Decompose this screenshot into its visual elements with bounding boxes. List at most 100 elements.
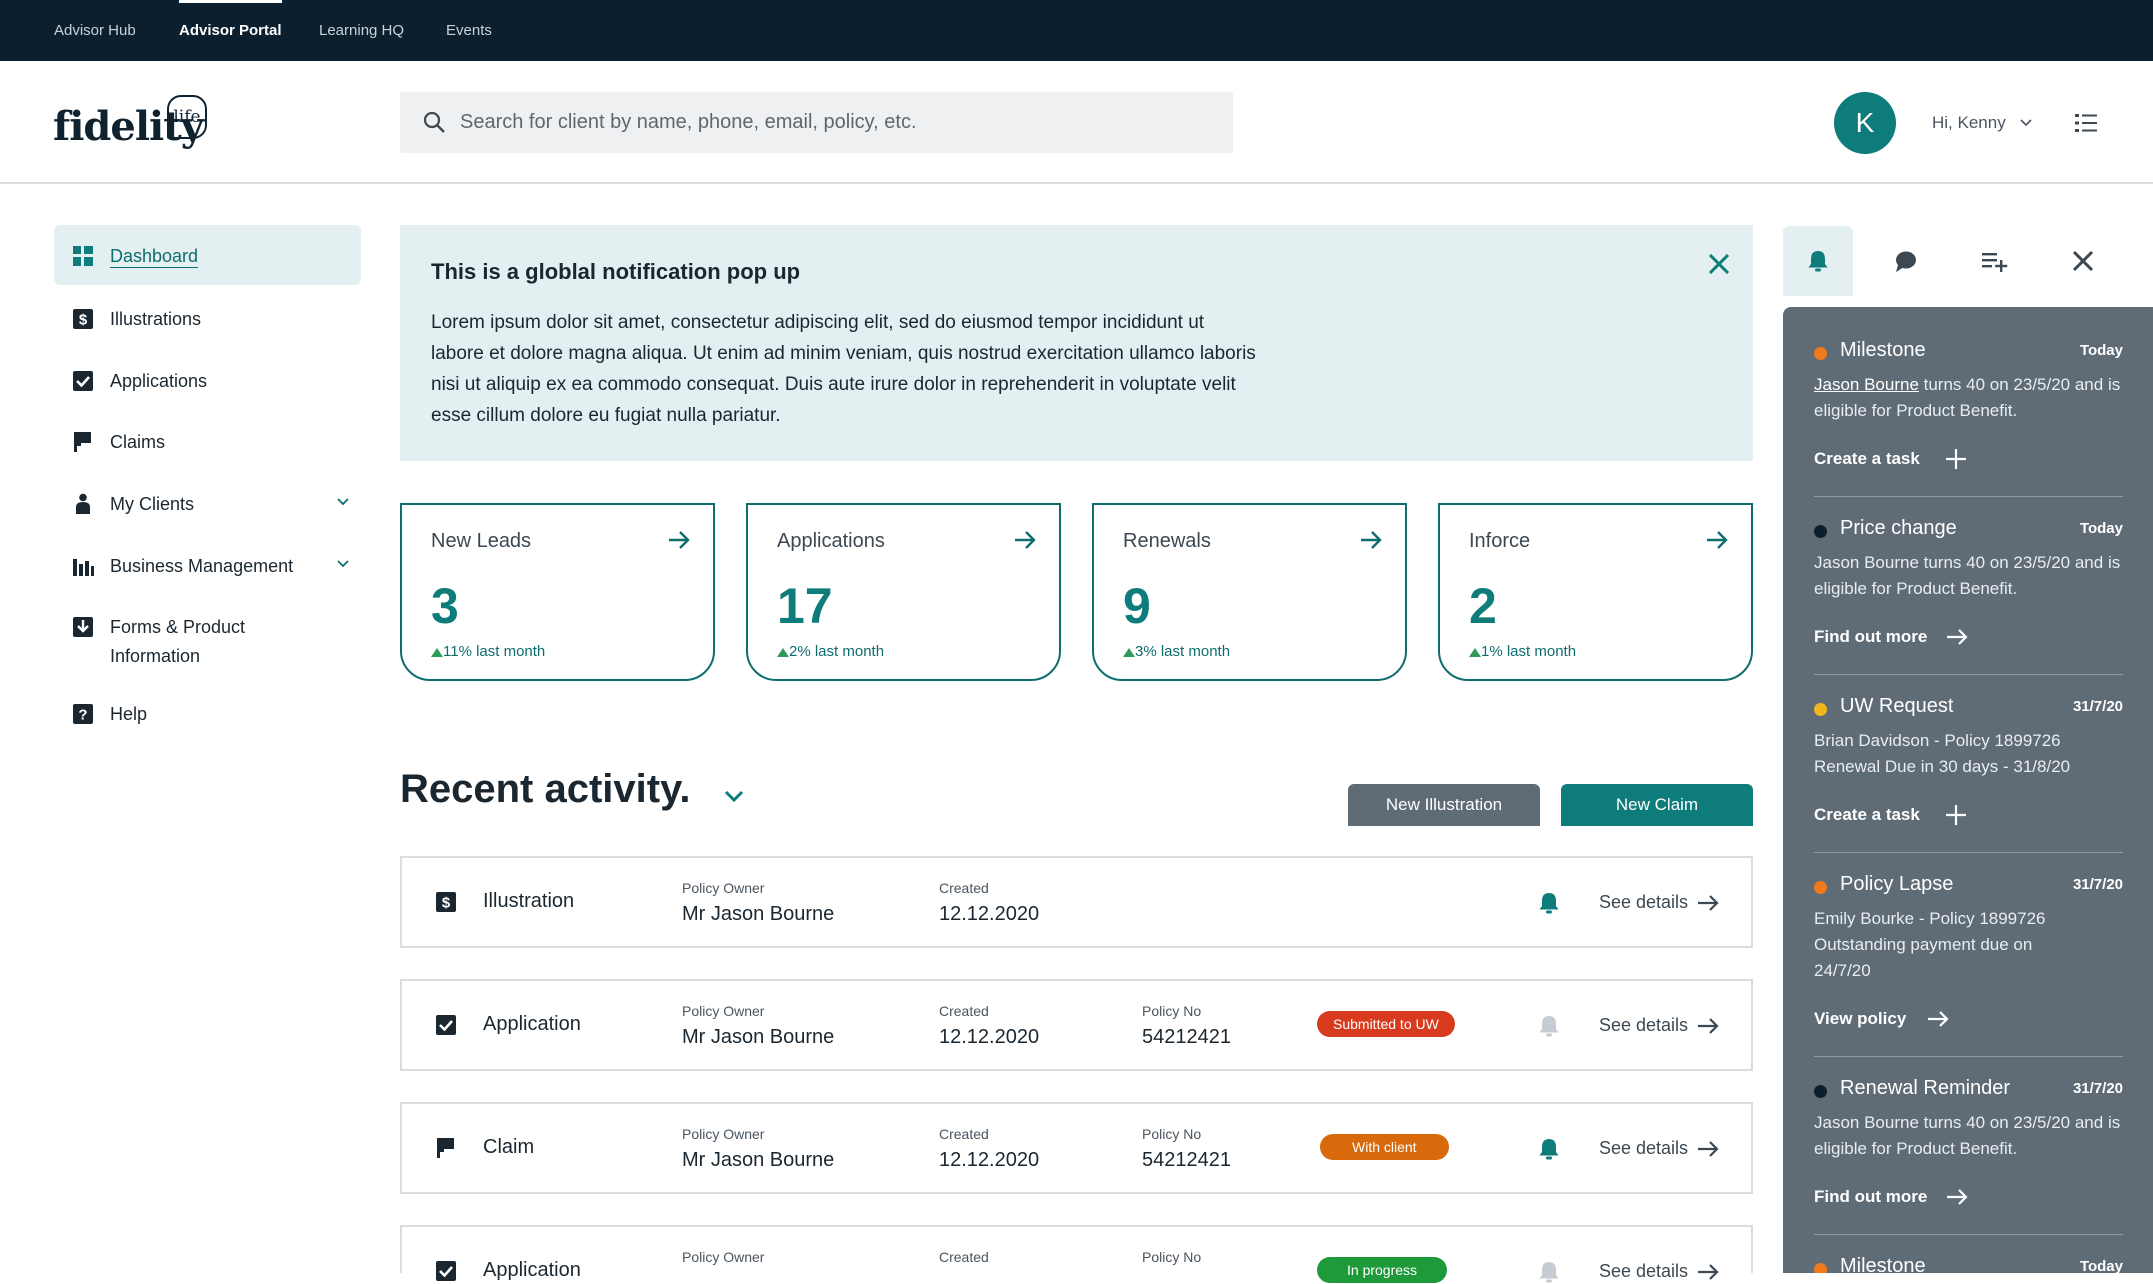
policy-label: Policy No — [1142, 1003, 1202, 1019]
see-details-link[interactable]: See details — [1599, 1138, 1688, 1159]
view-policy-link[interactable]: View policy — [1814, 1009, 1906, 1029]
chevron-down-icon[interactable] — [721, 783, 747, 809]
sidebar-item-label: Forms & Product — [110, 617, 246, 637]
chevron-down-icon[interactable] — [336, 495, 350, 509]
search-input[interactable] — [460, 92, 1220, 153]
arrow-right-icon[interactable] — [1945, 625, 1969, 649]
stat-card-trend: 11% last month — [443, 643, 546, 660]
chat-bubble-icon — [1896, 251, 1916, 272]
policy-value: 54212421 — [1142, 1149, 1231, 1171]
avatar[interactable]: K — [1834, 92, 1896, 154]
status-badge: Submitted to UW — [1317, 1011, 1455, 1037]
arrow-right-icon[interactable] — [1696, 891, 1720, 915]
stat-card-applications[interactable]: Applications 17 2% last month — [746, 503, 1061, 681]
stat-card-inforce[interactable]: Inforce 2 1% last month — [1438, 503, 1753, 681]
bell-icon[interactable] — [1538, 1014, 1560, 1038]
sidebar-item-dashboard[interactable]: Dashboard — [54, 225, 361, 285]
sidebar-item-my-clients[interactable]: My Clients — [54, 473, 361, 533]
feed-title: Price change — [1840, 517, 1957, 539]
policy-label: Policy No — [1142, 1249, 1202, 1265]
table-row[interactable]: Application Policy Owner Created Policy … — [400, 1225, 1753, 1283]
arrow-right-icon[interactable] — [1696, 1014, 1720, 1038]
feed-body: Jason Bourne turns 40 on 23/5/20 and is … — [1814, 553, 2121, 598]
global-notification: This is a globlal notification pop up Lo… — [400, 225, 1753, 461]
arrow-right-icon[interactable] — [1704, 527, 1730, 553]
sidebar-item-label: Claims — [110, 432, 166, 452]
create-task-link[interactable]: Create a task — [1814, 805, 1920, 825]
see-details-link[interactable]: See details — [1599, 1261, 1688, 1282]
created-label: Created — [939, 880, 989, 896]
topnav-events[interactable]: Events — [446, 0, 492, 61]
notification-title: This is a globlal notification pop up — [431, 259, 801, 284]
feed-title: Policy Lapse — [1840, 873, 1954, 895]
arrow-right-icon[interactable] — [1012, 527, 1038, 553]
arrow-right-icon[interactable] — [1926, 1007, 1950, 1031]
policy-label: Policy No — [1142, 1126, 1202, 1142]
table-row[interactable]: $ Illustration Policy Owner Mr Jason Bou… — [400, 856, 1753, 948]
see-details-link[interactable]: See details — [1599, 1015, 1688, 1036]
stat-card-value: 2 — [1469, 578, 1497, 634]
feed-title: Milestone — [1840, 339, 1926, 361]
list-menu-icon[interactable] — [2074, 111, 2098, 135]
bell-icon — [1808, 251, 1828, 272]
arrow-right-icon[interactable] — [1696, 1137, 1720, 1161]
find-out-more-link[interactable]: Find out more — [1814, 627, 1927, 647]
find-out-more-link[interactable]: Find out more — [1814, 1187, 1927, 1207]
svg-text:$: $ — [79, 312, 88, 329]
sidebar-item-forms[interactable]: Forms & Product Information — [54, 596, 361, 676]
tab-tasks[interactable] — [1959, 226, 2029, 296]
status-badge: In progress — [1317, 1257, 1448, 1283]
create-task-link[interactable]: Create a task — [1814, 449, 1920, 469]
tab-notifications[interactable] — [1783, 226, 1853, 296]
new-claim-button[interactable]: New Claim — [1561, 784, 1753, 826]
flag-icon — [437, 1138, 454, 1158]
tab-messages[interactable] — [1871, 226, 1941, 296]
user-greeting[interactable]: Hi, Kenny — [1932, 113, 2006, 133]
see-details-link[interactable]: See details — [1599, 892, 1688, 913]
table-row[interactable]: Application Policy Owner Mr Jason Bourne… — [400, 979, 1753, 1071]
fidelity-life-logo[interactable]: fidelity life — [53, 95, 213, 151]
checkbox-icon — [436, 1261, 456, 1281]
arrow-right-icon[interactable] — [1945, 1185, 1969, 1209]
topnav-learning-hq[interactable]: Learning HQ — [319, 0, 404, 61]
sidebar-item-applications[interactable]: Applications — [54, 350, 361, 410]
stat-card-value: 17 — [777, 578, 833, 634]
sidebar-item-help[interactable]: ? Help — [54, 683, 361, 743]
owner-label: Policy Owner — [682, 1003, 765, 1019]
arrow-right-icon[interactable] — [1696, 1260, 1720, 1284]
sidebar-item-illustrations[interactable]: $ Illustrations — [54, 288, 361, 348]
close-icon[interactable] — [1706, 251, 1732, 277]
topnav-advisor-portal[interactable]: Advisor Portal — [179, 0, 282, 61]
bell-icon[interactable] — [1538, 891, 1560, 915]
topnav-advisor-hub[interactable]: Advisor Hub — [54, 0, 136, 61]
status-badge: With client — [1320, 1134, 1449, 1160]
notification-feed: Milestone Today Jason Bourne turns 40 on… — [1783, 307, 2153, 1273]
table-row[interactable]: Claim Policy Owner Mr Jason Bourne Creat… — [400, 1102, 1753, 1194]
stat-card-renewals[interactable]: Renewals 9 3% last month — [1092, 503, 1407, 681]
svg-text:?: ? — [78, 707, 87, 724]
plus-icon[interactable] — [1944, 803, 1968, 827]
stat-card-trend: 1% last month — [1481, 643, 1577, 660]
new-illustration-button[interactable]: New Illustration — [1348, 784, 1540, 826]
row-type: Application — [483, 1259, 581, 1281]
feed-item: Price change Today Jason Bourne turns 40… — [1814, 517, 2123, 657]
stat-card-trend: 2% last month — [789, 643, 885, 660]
plus-icon[interactable] — [1944, 447, 1968, 471]
arrow-right-icon[interactable] — [666, 527, 692, 553]
recent-activity-title: Recent activity. — [400, 767, 691, 811]
bell-icon[interactable] — [1538, 1260, 1560, 1284]
client-link[interactable]: Jason Bourne — [1814, 375, 1919, 394]
chevron-down-icon[interactable] — [336, 557, 350, 571]
bell-icon[interactable] — [1538, 1137, 1560, 1161]
stat-card-title: Renewals — [1123, 530, 1211, 552]
sidebar-item-business-management[interactable]: Business Management — [54, 535, 361, 595]
sidebar-item-claims[interactable]: Claims — [54, 411, 361, 471]
trend-up-icon — [1123, 648, 1135, 657]
stat-card-title: Applications — [777, 530, 885, 552]
stat-card-new-leads[interactable]: New Leads 3 11% last month — [400, 503, 715, 681]
chevron-down-icon[interactable] — [2019, 115, 2033, 129]
close-panel-button[interactable] — [2048, 226, 2118, 296]
status-dot — [1814, 881, 1827, 894]
arrow-right-icon[interactable] — [1358, 527, 1384, 553]
sidebar-item-label: Illustrations — [110, 309, 202, 329]
